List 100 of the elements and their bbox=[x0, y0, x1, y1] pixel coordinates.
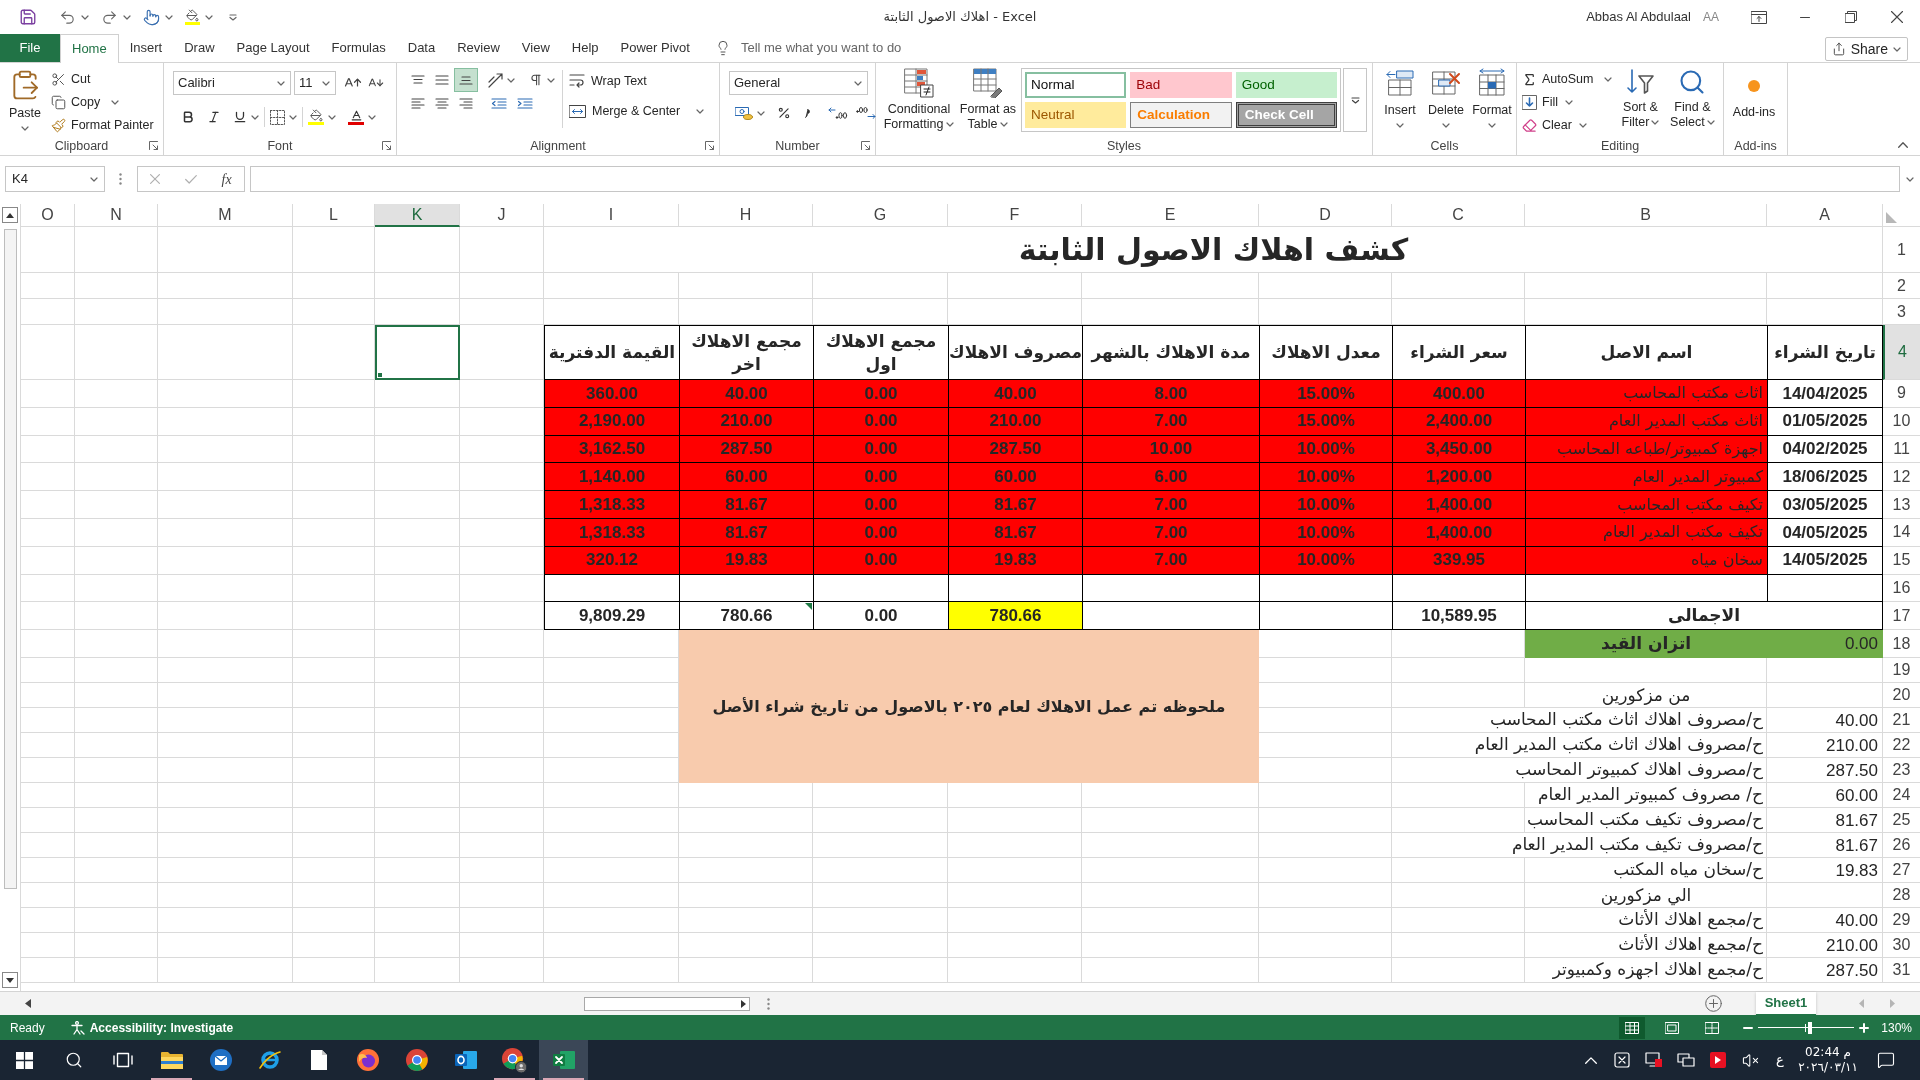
collapse-ribbon-icon[interactable] bbox=[1898, 142, 1908, 148]
conditional-formatting-button[interactable]: Conditional Formatting bbox=[881, 68, 957, 132]
font-color-icon[interactable] bbox=[348, 109, 364, 125]
format-painter-button[interactable]: Format Painter bbox=[51, 114, 154, 136]
zoom-in-icon[interactable] bbox=[1859, 1022, 1870, 1033]
sheet-tab[interactable]: Sheet1 bbox=[1756, 991, 1816, 1016]
column-header[interactable]: O bbox=[21, 204, 75, 227]
scroll-up-button[interactable] bbox=[2, 207, 18, 223]
dots-icon[interactable] bbox=[767, 997, 770, 1010]
clock-time[interactable]: 02:44 م bbox=[1805, 1045, 1851, 1060]
dialog-launcher-icon[interactable] bbox=[705, 141, 714, 150]
ribbon-tab[interactable]: Draw bbox=[173, 34, 226, 62]
column-header[interactable]: G bbox=[813, 204, 948, 227]
column-header[interactable]: N bbox=[75, 204, 158, 227]
show-hidden-icons-icon[interactable] bbox=[1585, 1056, 1597, 1064]
cut-button[interactable]: Cut bbox=[51, 68, 154, 90]
cells-button[interactable]: Format bbox=[1470, 68, 1514, 137]
ribbon-tab[interactable]: Page Layout bbox=[225, 34, 321, 62]
align-right-icon[interactable] bbox=[459, 98, 473, 109]
add-ins-button[interactable]: Add-ins bbox=[1729, 68, 1779, 137]
ribbon-tab[interactable]: Help bbox=[560, 34, 610, 62]
underline-icon[interactable] bbox=[233, 110, 247, 124]
column-header[interactable]: B bbox=[1525, 204, 1767, 227]
column-header[interactable]: H bbox=[679, 204, 813, 227]
italic-icon[interactable] bbox=[207, 110, 221, 124]
increase-indent-icon[interactable] bbox=[517, 98, 533, 109]
find-select-button[interactable]: Find & Select bbox=[1668, 68, 1717, 137]
column-header[interactable]: F bbox=[948, 204, 1082, 227]
autosum-button[interactable]: AutoSum bbox=[1522, 68, 1613, 90]
ribbon-tab[interactable]: Insert bbox=[118, 34, 174, 62]
tell-me-field[interactable]: Tell me what you want to do bbox=[740, 38, 931, 58]
accessibility-status[interactable]: Accessibility: Investigate bbox=[89, 1018, 234, 1037]
paint-bucket-icon[interactable] bbox=[185, 9, 200, 25]
cells-button[interactable]: Insert bbox=[1378, 68, 1422, 137]
fill-button[interactable]: Fill bbox=[1522, 91, 1613, 113]
font-size-field[interactable]: 11 bbox=[294, 71, 336, 95]
new-sheet-icon[interactable] bbox=[1705, 995, 1722, 1012]
cell-style-option[interactable]: Bad bbox=[1130, 72, 1232, 98]
wrap-text-button[interactable]: Wrap Text bbox=[569, 68, 705, 94]
share-button[interactable]: Share bbox=[1824, 37, 1908, 61]
align-center-icon[interactable] bbox=[435, 98, 449, 109]
fill-color-icon[interactable] bbox=[308, 109, 324, 125]
dialog-launcher-icon[interactable] bbox=[382, 141, 391, 150]
ribbon-tab[interactable]: Home bbox=[60, 34, 119, 63]
format-as-table-button[interactable]: Format as Table bbox=[959, 68, 1017, 132]
money-icon[interactable] bbox=[735, 106, 753, 120]
redo-icon[interactable] bbox=[101, 8, 118, 26]
copy-button[interactable]: Copy bbox=[51, 91, 154, 113]
scroll-left-icon[interactable] bbox=[25, 999, 31, 1008]
decrease-indent-icon[interactable] bbox=[491, 98, 507, 109]
overlapping-screens-icon[interactable] bbox=[1677, 1052, 1695, 1068]
number-format-field[interactable]: General bbox=[729, 71, 868, 95]
save-icon[interactable] bbox=[19, 8, 37, 26]
x-box-icon[interactable] bbox=[1614, 1052, 1630, 1068]
align-left-icon[interactable] bbox=[411, 98, 425, 109]
fill-handle[interactable] bbox=[377, 372, 383, 378]
zoom-slider-thumb[interactable] bbox=[1808, 1021, 1813, 1034]
increase-decimal-icon[interactable] bbox=[828, 107, 848, 119]
view-button[interactable] bbox=[1619, 1016, 1646, 1039]
monitor-alert-icon[interactable] bbox=[1645, 1052, 1663, 1068]
formula-input[interactable] bbox=[250, 166, 1900, 192]
column-header[interactable]: C bbox=[1392, 204, 1525, 227]
bold-icon[interactable] bbox=[181, 110, 195, 124]
clear-button[interactable]: Clear bbox=[1522, 114, 1613, 136]
column-header[interactable]: M bbox=[158, 204, 293, 227]
cell-style-option[interactable]: Neutral bbox=[1025, 102, 1127, 128]
scroll-down-button[interactable] bbox=[2, 972, 18, 988]
paste-button[interactable]: Paste bbox=[5, 68, 45, 137]
undo-icon[interactable] bbox=[59, 8, 76, 26]
column-header[interactable]: I bbox=[544, 204, 679, 227]
notification-icon[interactable] bbox=[1877, 1051, 1895, 1069]
dialog-launcher-icon[interactable] bbox=[149, 141, 158, 150]
input-language[interactable]: ع bbox=[1766, 1050, 1794, 1070]
ribbon-tab[interactable]: Review bbox=[446, 34, 511, 62]
font-name-field[interactable]: Calibri bbox=[173, 71, 291, 95]
ribbon-tab[interactable]: Power Pivot bbox=[609, 34, 701, 62]
borders-icon[interactable] bbox=[270, 109, 285, 125]
column-header[interactable]: E bbox=[1082, 204, 1259, 227]
percent-icon[interactable] bbox=[777, 106, 791, 120]
name-box[interactable]: K4 bbox=[5, 166, 105, 192]
ribbon-tab[interactable]: Data bbox=[396, 34, 447, 62]
column-header[interactable]: L bbox=[293, 204, 375, 227]
column-header[interactable]: J bbox=[460, 204, 544, 227]
row-header[interactable]: 4 bbox=[1883, 325, 1920, 380]
merge-center-button[interactable]: Merge & Center bbox=[569, 98, 705, 124]
file-tab[interactable]: File bbox=[0, 34, 60, 62]
dots-icon[interactable] bbox=[119, 173, 122, 185]
vertical-scrollbar-thumb[interactable] bbox=[3, 229, 17, 889]
cell-style-option[interactable]: Normal bbox=[1025, 72, 1127, 98]
comma-style-icon[interactable] bbox=[805, 108, 810, 118]
column-header[interactable]: K bbox=[375, 204, 460, 227]
diagonal-arrow-icon[interactable] bbox=[488, 72, 503, 88]
zoom-out-icon[interactable] bbox=[1743, 1026, 1754, 1029]
volume-muted-icon[interactable] bbox=[1741, 1051, 1759, 1069]
ribbon-tab[interactable]: View bbox=[510, 34, 561, 62]
hand-pointer-icon[interactable] bbox=[143, 8, 160, 26]
decrease-decimal-icon[interactable] bbox=[856, 107, 876, 119]
zoom-slider[interactable] bbox=[1758, 1021, 1855, 1034]
column-header[interactable]: A bbox=[1767, 204, 1883, 227]
play-icon[interactable] bbox=[1710, 1052, 1726, 1068]
